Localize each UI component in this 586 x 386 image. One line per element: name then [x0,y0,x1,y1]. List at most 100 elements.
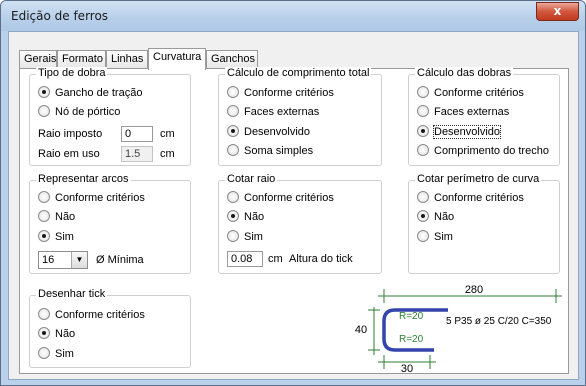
radio-icon-selected [417,210,429,223]
radio-icon [227,230,239,243]
dim-left-text: 40 [355,324,367,336]
radio-label: Nó de pórtico [55,106,121,118]
radius-bottom-label: R=20 [399,334,424,345]
select-value: 16 [42,254,55,266]
radio-icon [38,191,50,204]
radio-label: Desenvolvido [244,126,311,138]
radio-raio-nao[interactable]: Não [227,210,265,225]
radio-dobras-desenvolvido[interactable]: Desenvolvido [417,125,502,140]
raio-imposto-unit: cm [160,128,175,140]
raio-imposto-input[interactable]: 0 [121,126,153,142]
radio-label: Conforme critérios [55,192,145,204]
radio-label: Conforme critérios [434,87,524,99]
radio-icon-selected [417,125,429,138]
tab-linhas[interactable]: Linhas [106,50,148,69]
radio-label: Não [55,211,76,223]
radio-icon [227,86,239,99]
window-title: Edição de ferros [11,9,109,23]
altura-tick-label: Altura do tick [289,253,353,265]
radio-label: Sim [434,231,453,243]
radio-icon [38,308,50,321]
group-title: Cotar raio [225,173,278,185]
chevron-down-icon[interactable]: ▼ [71,252,87,268]
radio-icon [227,105,239,118]
radio-label: Conforme critérios [434,192,524,204]
radio-label: Conforme critérios [55,309,145,321]
raio-imposto-label: Raio imposto [38,128,103,140]
radio-icon-selected [38,86,50,99]
radio-label: Não [55,328,76,340]
radio-dobras-conforme[interactable]: Conforme critérios [417,86,524,101]
radio-icon [38,210,50,223]
group-title: Cálculo de comprimento total [225,67,372,79]
radio-label: Conforme critérios [244,192,334,204]
raio-uso-label: Raio em uso [38,148,100,160]
radio-icon [417,144,429,157]
radio-icon [38,105,50,118]
group-title: Cotar perímetro de curva [415,173,542,185]
group-title: Representar arcos [36,173,131,185]
radio-perimetro-conforme[interactable]: Conforme critérios [417,191,524,206]
title-bar[interactable]: Edição de ferros x [1,1,585,31]
altura-tick-unit: cm [268,253,283,265]
radio-comp-desenvolvido[interactable]: Desenvolvido [227,125,311,140]
radio-gancho-tracao[interactable]: Gancho de tração [38,86,142,101]
radio-comp-soma[interactable]: Soma simples [227,144,314,159]
group-representar-arcos: Representar arcos Conforme critérios Não… [29,173,191,274]
radio-icon-selected [227,125,239,138]
radio-icon [38,347,50,360]
group-calculo-comprimento: Cálculo de comprimento total Conforme cr… [218,67,382,166]
radio-dobras-trecho[interactable]: Comprimento do trecho [417,144,549,159]
tab-curvatura[interactable]: Curvatura [148,48,206,70]
radio-label: Soma simples [244,145,314,157]
group-calculo-dobras: Cálculo das dobras Conforme critérios Fa… [408,67,560,166]
group-tipo-dobra: Tipo de dobra Gancho de tração Nó de pór… [29,67,191,166]
diametro-minimo-select[interactable]: 16 ▼ [38,251,88,269]
radio-tick-sim[interactable]: Sim [38,347,74,362]
radio-label: Faces externas [244,106,320,118]
tab-panel-curvatura: Tipo de dobra Gancho de tração Nó de pór… [19,67,569,374]
group-cotar-raio: Cotar raio Conforme critérios Não Sim 0.… [218,173,382,274]
radio-no-portico[interactable]: Nó de pórtico [38,105,121,120]
radio-label: Conforme critérios [244,87,334,99]
group-title: Tipo de dobra [36,67,108,79]
radio-label: Faces externas [434,106,510,118]
radio-tick-conforme[interactable]: Conforme critérios [38,308,145,323]
group-title: Cálculo das dobras [415,67,514,79]
radio-dobras-faces[interactable]: Faces externas [417,105,510,120]
radio-label: Desenvolvido [432,125,502,139]
radio-perimetro-sim[interactable]: Sim [417,230,453,245]
altura-tick-input[interactable]: 0.08 [227,251,263,267]
radio-raio-conforme[interactable]: Conforme critérios [227,191,334,206]
group-desenhar-tick: Desenhar tick Conforme critérios Não Sim [29,288,191,368]
radio-label: Não [434,211,455,223]
diametro-minimo-label: Ø Mínima [96,254,144,266]
radio-raio-sim[interactable]: Sim [227,230,263,245]
radio-arcos-conforme[interactable]: Conforme critérios [38,191,145,206]
raio-uso-value: 1.5 [121,146,153,162]
group-title: Desenhar tick [36,288,108,300]
radio-icon [227,191,239,204]
radio-icon [417,191,429,204]
radio-icon-selected [38,327,50,340]
close-button[interactable]: x [536,2,579,21]
radio-arcos-nao[interactable]: Não [38,210,76,225]
rebar-label: 5 P35 ø 25 C/20 C=350 [446,316,552,327]
radio-label: Sim [55,231,74,243]
radio-arcos-sim[interactable]: Sim [38,230,74,245]
radio-comp-conforme[interactable]: Conforme critérios [227,86,334,101]
radio-comp-faces[interactable]: Faces externas [227,105,320,120]
radio-icon [417,105,429,118]
radio-label: Sim [55,348,74,360]
radio-label: Não [244,211,265,223]
radio-icon [227,144,239,157]
rebar-preview-diagram: 280 40 R=20 R=20 5 P35 ø 25 C/20 C=350 3… [355,284,562,373]
radio-tick-nao[interactable]: Não [38,327,76,342]
raio-uso-unit: cm [160,148,175,160]
radio-icon-selected [227,210,239,223]
radio-perimetro-nao[interactable]: Não [417,210,455,225]
dialog-window: Edição de ferros x Gerais Formato Linhas… [0,0,586,386]
radio-icon [417,230,429,243]
dialog-client-area: Gerais Formato Linhas Curvatura Ganchos … [8,31,579,380]
dim-top-text: 280 [465,284,483,296]
